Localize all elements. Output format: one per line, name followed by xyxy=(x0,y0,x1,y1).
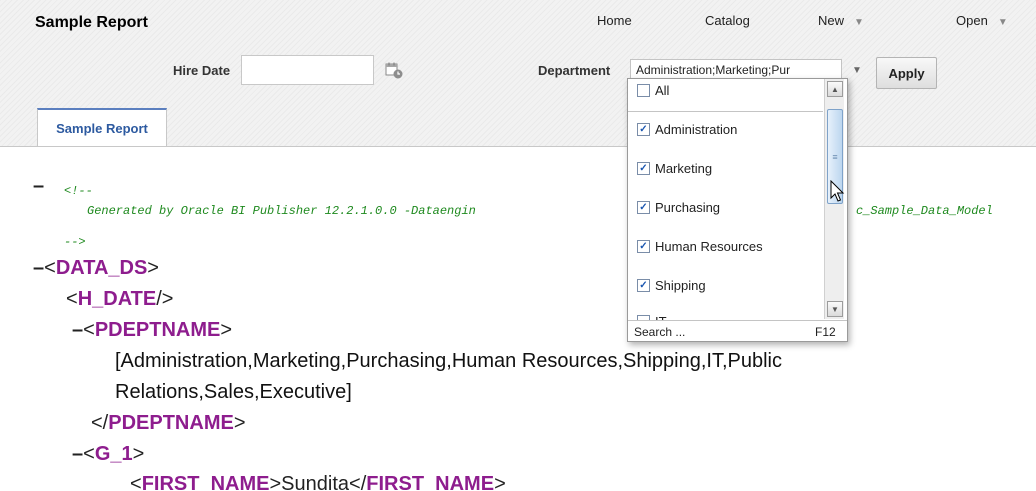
tag-bracket: > xyxy=(233,412,246,434)
option-label: Shipping xyxy=(655,278,706,293)
tag-bracket: > xyxy=(220,319,233,341)
xml-line-h-date: <H_DATE/> xyxy=(66,288,173,311)
apply-button[interactable]: Apply xyxy=(876,57,937,89)
checkbox-checked[interactable]: ✓ xyxy=(637,162,650,175)
xml-comment-close: --> xyxy=(64,235,86,249)
tag-bracket: /> xyxy=(156,288,174,310)
tag-name: DATA_DS xyxy=(55,257,148,279)
hire-date-input[interactable] xyxy=(241,55,374,85)
tag-name: FIRST_NAME xyxy=(366,473,495,491)
xml-line-first-name: <FIRST_NAME>Sundita</FIRST_NAME> xyxy=(130,473,506,491)
hire-date-label: Hire Date xyxy=(173,63,231,78)
search-link[interactable]: Search ... xyxy=(634,325,685,339)
collapse-toggle[interactable]: – xyxy=(33,257,44,279)
tag-bracket: </ xyxy=(91,412,109,434)
option-label: Marketing xyxy=(655,161,713,176)
tag-bracket: < xyxy=(83,443,95,465)
option-label: Human Resources xyxy=(655,239,763,254)
tag-bracket: > xyxy=(132,443,145,465)
chevron-down-icon: ▼ xyxy=(854,17,864,28)
checkbox-checked[interactable]: ✓ xyxy=(637,279,650,292)
collapse-toggle[interactable]: – xyxy=(33,175,44,198)
collapse-toggle[interactable]: – xyxy=(72,319,83,341)
dropdown-option-human-resources[interactable]: ✓ Human Resources xyxy=(637,239,763,254)
nav-home-label: Home xyxy=(597,13,632,28)
checkbox[interactable] xyxy=(637,84,650,97)
dropdown-option-marketing[interactable]: ✓ Marketing xyxy=(637,161,712,176)
dropdown-search-row[interactable]: Search ... F12 xyxy=(628,320,847,341)
xml-comment-body-tail: c_Sample_Data_Model xyxy=(856,204,993,218)
shortcut-hint: F12 xyxy=(815,325,836,339)
report-content: – <!-- Generated by Oracle BI Publisher … xyxy=(0,146,1036,491)
nav-open-label: Open xyxy=(956,13,988,28)
tag-bracket: </ xyxy=(349,473,367,491)
chevron-down-icon: ▼ xyxy=(997,17,1008,28)
pdeptname-text-line-1: [Administration,Marketing,Purchasing,Hum… xyxy=(115,350,782,372)
tag-bracket: < xyxy=(66,288,78,310)
tag-bracket: < xyxy=(44,257,56,279)
xml-line-data-ds: –<DATA_DS> xyxy=(33,257,159,280)
nav-new-menu[interactable]: New ▼ xyxy=(818,13,864,28)
dropdown-option-administration[interactable]: ✓ Administration xyxy=(637,122,737,137)
calendar-icon[interactable] xyxy=(385,61,403,79)
pdeptname-text-line-2: Relations,Sales,Executive] xyxy=(115,381,352,403)
divider xyxy=(628,111,823,112)
scroll-up-icon[interactable]: ▲ xyxy=(827,81,843,97)
tag-bracket: > xyxy=(147,257,159,279)
department-dropdown[interactable]: All ✓ Administration ✓ Marketing ✓ Purchasi… xyxy=(627,78,848,342)
report-title: Sample Report xyxy=(35,14,148,31)
tag-bracket: < xyxy=(130,473,142,491)
option-label: All xyxy=(655,83,670,98)
first-name-value: Sundita xyxy=(281,473,350,491)
tab-sample-report[interactable]: Sample Report xyxy=(37,108,167,146)
tag-name: FIRST_NAME xyxy=(141,473,270,491)
scroll-down-icon[interactable]: ▼ xyxy=(827,301,843,317)
xml-line-pdeptname-open: –<PDEPTNAME> xyxy=(72,319,232,342)
checkbox-checked[interactable]: ✓ xyxy=(637,201,650,214)
dropdown-option-shipping[interactable]: ✓ Shipping xyxy=(637,278,706,293)
nav-new-label: New xyxy=(818,13,845,28)
option-label: Administration xyxy=(655,122,738,137)
nav-home[interactable]: Home xyxy=(597,13,632,28)
xml-line-g1: –<G_1> xyxy=(72,443,144,466)
checkbox-checked[interactable]: ✓ xyxy=(637,240,650,253)
collapse-toggle[interactable]: – xyxy=(72,443,83,465)
tag-name: PDEPTNAME xyxy=(94,319,221,341)
dropdown-option-purchasing[interactable]: ✓ Purchasing xyxy=(637,200,720,215)
xml-comment-body: Generated by Oracle BI Publisher 12.2.1.… xyxy=(87,204,476,218)
nav-catalog[interactable]: Catalog xyxy=(705,13,750,28)
tag-bracket: < xyxy=(83,319,95,341)
chevron-down-icon[interactable]: ▼ xyxy=(852,65,862,76)
mouse-cursor-icon xyxy=(830,180,845,202)
nav-catalog-label: Catalog xyxy=(705,13,750,28)
tag-name: PDEPTNAME xyxy=(108,412,234,434)
tag-bracket: > xyxy=(494,473,506,491)
xml-line-pdeptname-close: </PDEPTNAME> xyxy=(91,412,246,435)
nav-open-menu[interactable]: Open ▼ xyxy=(956,13,1008,28)
department-label: Department xyxy=(538,63,611,78)
tag-bracket: > xyxy=(269,473,282,491)
xml-comment-open: <!-- xyxy=(64,184,93,198)
dropdown-option-all[interactable]: All xyxy=(637,83,669,98)
tag-name: G_1 xyxy=(94,443,133,465)
tag-name: H_DATE xyxy=(77,288,157,310)
checkbox-checked[interactable]: ✓ xyxy=(637,123,650,136)
option-label: Purchasing xyxy=(655,200,721,215)
